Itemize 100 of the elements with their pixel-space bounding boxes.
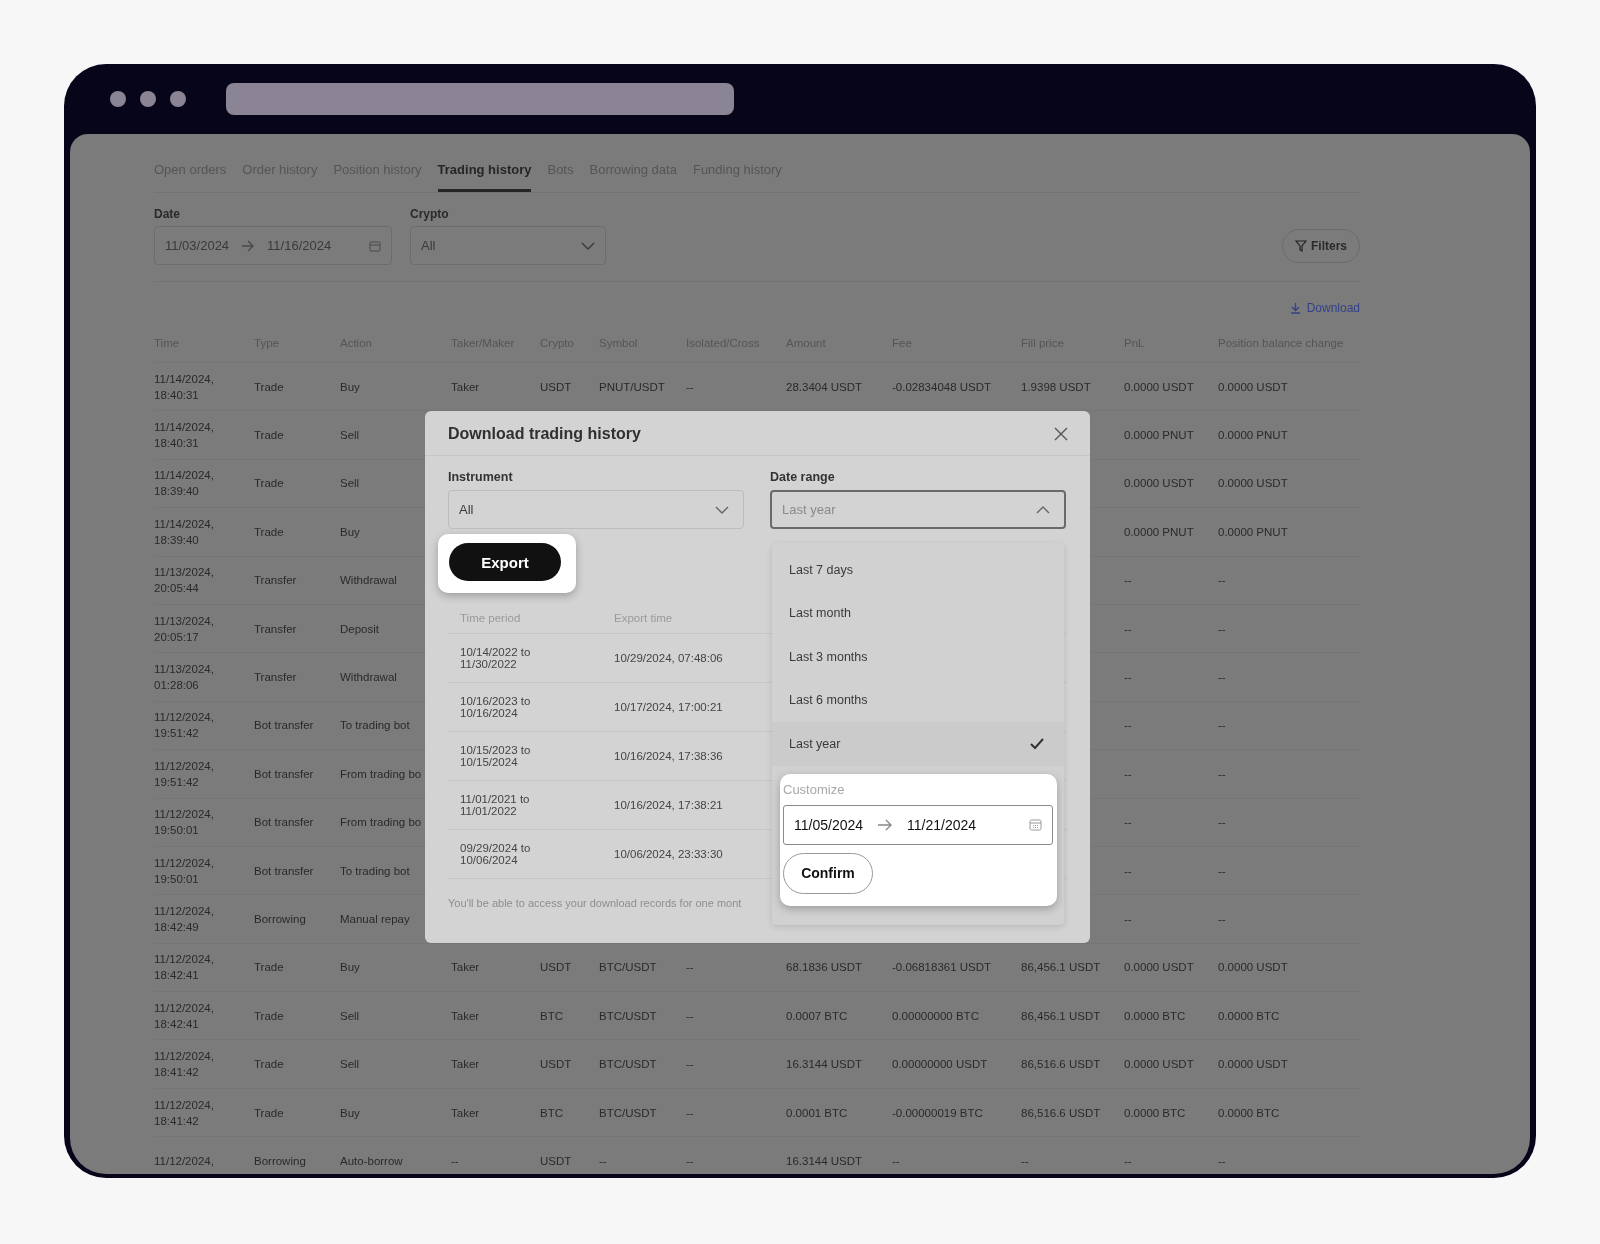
table-cell-text: --	[1218, 1154, 1227, 1167]
table-cell-text: BTC/USDT	[599, 1009, 658, 1022]
table-cell-text: 0.0000 USDT	[1218, 1058, 1289, 1071]
menu-item[interactable]: Last 6 months	[772, 678, 1064, 722]
table-cell-text: 0.0000 PNUT	[1124, 429, 1195, 442]
table-cell-text: 11/14/2024, 18:39:40	[154, 516, 215, 548]
table-cell-text: Trade	[254, 525, 285, 538]
table-cell-text: Bot transfer	[254, 767, 315, 780]
table-cell-text: USDT	[540, 380, 573, 393]
calendar-icon	[369, 239, 381, 252]
date-range-field[interactable]: 11/05/2024 11/21/2024	[783, 804, 1053, 845]
table-cell-text: USDT	[540, 1058, 573, 1071]
table-cell-text: 11/13/2024, 20:05:17	[154, 613, 215, 645]
table-cell-text: 11/13/2024, 01:28:06	[154, 662, 215, 694]
table-cell-text: BTC	[540, 1009, 564, 1022]
close-icon[interactable]	[1054, 427, 1068, 441]
table-cell-text: 11/14/2024, 18:40:31	[154, 371, 215, 403]
menu-item[interactable]: Last year	[772, 722, 1064, 766]
table-cell-text: --	[686, 1009, 695, 1022]
table-cell-text: USDT	[540, 1154, 573, 1167]
table-cell-text: 10/15/2023 to 10/15/2024	[460, 744, 532, 768]
menu-item[interactable]: Last month	[772, 591, 1064, 635]
table-cell-text: --	[1124, 719, 1133, 732]
table-cell-text: --	[451, 1154, 460, 1167]
table-cell-text: 11/12/2024, 19:50:01	[154, 855, 215, 887]
table-cell-text: 10/16/2023 to 10/16/2024	[460, 695, 532, 719]
table-cell-text: Taker	[451, 1058, 481, 1071]
table-cell-text: --	[1218, 864, 1227, 877]
table-cell-text: Buy	[340, 1106, 361, 1119]
table-cell-text: 0.0000 BTC	[1218, 1106, 1281, 1119]
table-cell-text: From trading bo	[340, 767, 423, 780]
table-cell-text: --	[1124, 671, 1133, 684]
table-cell-text: --	[1218, 622, 1227, 635]
table-cell-text: 0.0000 PNUT	[1124, 525, 1195, 538]
table-cell-text: 86,516.6 USDT	[1021, 1058, 1102, 1071]
table-cell-text: --	[1124, 767, 1133, 780]
table-cell-text: 10/16/2024, 17:38:21	[614, 799, 724, 811]
table-cell-text: Withdrawal	[340, 574, 398, 587]
table-cell-text: --	[599, 1154, 608, 1167]
table-cell-text: -0.06818361 USDT	[892, 961, 993, 974]
table-cell-text: Taker	[451, 961, 481, 974]
table-cell-text: 11/14/2024, 18:40:31	[154, 420, 215, 452]
table-cell-text: --	[1218, 574, 1227, 587]
export-button[interactable]: Export	[449, 543, 561, 581]
confirm-button[interactable]: Confirm	[783, 852, 873, 894]
table-cell-text: Buy	[340, 380, 361, 393]
table-cell-text: Taker	[451, 1009, 481, 1022]
table-cell-text: --	[686, 961, 695, 974]
menu-item[interactable]: Last 3 months	[772, 635, 1064, 679]
table-cell-text: Trade	[254, 1009, 285, 1022]
table-cell-text: Trade	[254, 429, 285, 442]
calendar-icon	[1029, 818, 1042, 831]
table-cell-text: 11/12/2024, 19:51:42	[154, 710, 215, 742]
table-cell-text: 0.0000 BTC	[1218, 1009, 1281, 1022]
table-cell-text: --	[1124, 913, 1133, 925]
table-cell-text: BTC/USDT	[599, 1058, 658, 1071]
date-range-select[interactable]: Last year	[770, 490, 1066, 529]
table-cell-text: Sell	[340, 1009, 361, 1022]
table-cell-text: 11/12/2024, 18:41:42	[154, 1097, 215, 1129]
table-cell-text: Sell	[340, 477, 361, 490]
window-dot	[170, 91, 186, 107]
dialog-title: Download trading history	[448, 425, 641, 443]
table-cell-text: --	[686, 1106, 695, 1119]
date-range-field[interactable]: 11/03/2024 11/16/2024	[154, 226, 392, 265]
table-cell-text: 0.0000 BTC	[1124, 1009, 1187, 1022]
download-link[interactable]: Download	[1289, 299, 1360, 317]
table-cell-text: --	[1124, 574, 1133, 587]
table-cell-text: 11/12/2024, 18:42:41	[154, 952, 215, 984]
table-cell-text: --	[1218, 671, 1227, 684]
table-cell-text: 09/29/2024 to 10/06/2024	[460, 842, 532, 866]
table-cell-text: --	[892, 1154, 901, 1167]
table-cell-text: 11/12/2024, 18:41:42	[154, 1049, 215, 1081]
table-cell-text: 0.0000 USDT	[1124, 961, 1195, 974]
table-cell-text: 10/16/2024, 17:38:36	[614, 750, 724, 762]
table-cell-text: 11/12/2024, 19:50:01	[154, 807, 215, 839]
table-cell-text: Transfer	[254, 574, 298, 587]
tab[interactable]: Trading history	[437, 154, 532, 192]
table-cell-text: Trade	[254, 380, 285, 393]
table-cell-text: 28.3404 USDT	[786, 380, 864, 393]
table-cell-text: BTC/USDT	[599, 1106, 658, 1119]
instrument-select[interactable]: All	[448, 490, 744, 529]
table-cell-text: --	[1021, 1154, 1030, 1167]
crypto-select[interactable]: All	[410, 226, 606, 265]
table-cell-text: 0.00000000 BTC	[892, 1009, 980, 1022]
table-cell-text: 11/01/2021 to 11/01/2022	[460, 793, 531, 817]
table-cell-text: 10/29/2024, 07:48:06	[614, 652, 724, 664]
menu-item[interactable]: Last 7 days	[772, 548, 1064, 592]
table-cell-text: Trade	[254, 477, 285, 490]
column-header: Time period	[460, 612, 522, 624]
table-cell-text: Trade	[254, 1058, 285, 1071]
table-cell-text: --	[1218, 816, 1227, 829]
table-cell-text: Bot transfer	[254, 816, 315, 829]
table-cell-text: -0.00000019 BTC	[892, 1106, 984, 1119]
table-cell-text: 0.0000 USDT	[1124, 477, 1195, 490]
table-cell-text: Taker	[451, 1106, 481, 1119]
window-dot	[110, 91, 126, 107]
table-cell-text: --	[1124, 816, 1133, 829]
download-icon	[1289, 302, 1301, 314]
table-cell-text: 11/12/2024, 18:42:41	[154, 1000, 215, 1032]
table-cell-text: 86,456.1 USDT	[1021, 961, 1102, 974]
